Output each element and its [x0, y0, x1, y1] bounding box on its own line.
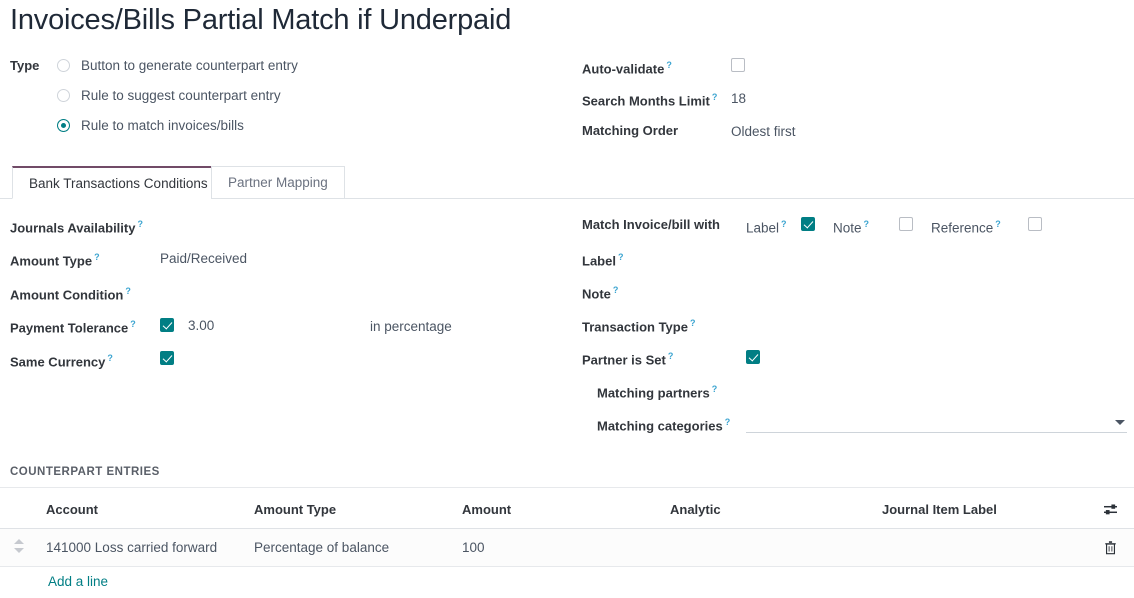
section-divider — [0, 487, 1134, 488]
tab-label: Bank Transactions Conditions — [29, 176, 208, 191]
radio-option-button-to-generate[interactable]: Button to generate counterpart entry — [57, 57, 298, 74]
radio-indicator[interactable] — [57, 89, 70, 102]
match-with-label-checkbox[interactable] — [801, 217, 815, 231]
payment-tolerance-value[interactable]: 3.00 — [188, 317, 214, 334]
tooltip-icon[interactable]: ? — [130, 319, 136, 329]
chevron-down-icon[interactable] — [1115, 420, 1125, 425]
tooltip-icon[interactable]: ? — [864, 219, 870, 229]
label-field-label: Label? — [582, 249, 623, 269]
table-row[interactable]: 141000 Loss carried forward Percentage o… — [0, 529, 1134, 567]
radio-indicator[interactable] — [57, 59, 70, 72]
matching-categories-input[interactable] — [746, 413, 1127, 433]
match-with-reference-checkbox[interactable] — [1028, 217, 1042, 231]
auto-validate-checkbox[interactable] — [731, 58, 745, 72]
search-months-limit-label: Search Months Limit? — [582, 89, 717, 109]
tab-bar: Bank Transactions Conditions Partner Map… — [0, 165, 1134, 199]
amount-condition-label: Amount Condition? — [10, 283, 131, 303]
col-amount[interactable]: Amount — [454, 492, 662, 529]
col-account[interactable]: Account — [38, 492, 246, 529]
type-field-label: Type — [10, 57, 39, 74]
matching-order-label: Matching Order — [582, 122, 678, 139]
radio-label: Rule to suggest counterpart entry — [81, 87, 281, 104]
auto-validate-label: Auto-validate? — [582, 57, 672, 77]
transaction-type-label: Transaction Type? — [582, 315, 695, 335]
tooltip-icon[interactable]: ? — [666, 60, 672, 70]
col-drag — [0, 492, 38, 529]
match-invoice-bill-with-label: Match Invoice/bill with — [582, 216, 720, 233]
cell-amount[interactable]: 100 — [454, 529, 662, 567]
note-field-label: Note? — [582, 282, 618, 302]
payment-tolerance-checkbox[interactable] — [160, 318, 174, 332]
add-a-line-button[interactable]: Add a line — [48, 574, 108, 589]
payment-tolerance-suffix: in percentage — [370, 318, 452, 335]
radio-label: Rule to match invoices/bills — [81, 117, 244, 134]
partner-is-set-checkbox[interactable] — [746, 350, 760, 364]
match-with-note-checkbox[interactable] — [899, 217, 913, 231]
tooltip-icon[interactable]: ? — [690, 318, 696, 328]
tooltip-icon[interactable]: ? — [995, 219, 1001, 229]
tab-label: Partner Mapping — [228, 175, 328, 190]
tooltip-icon[interactable]: ? — [781, 219, 787, 229]
row-drag-handle[interactable] — [0, 529, 38, 567]
match-option-reference-text: Reference? — [931, 216, 1001, 237]
radio-label: Button to generate counterpart entry — [81, 57, 298, 74]
match-option-note-text: Note? — [833, 216, 869, 237]
same-currency-checkbox[interactable] — [160, 351, 174, 365]
matching-categories-label: Matching categories? — [597, 414, 730, 434]
optional-columns-button[interactable] — [1086, 492, 1134, 529]
match-option-label-text: Label? — [746, 216, 787, 237]
counterpart-entries-heading: Counterpart Entries — [10, 466, 160, 478]
tab-partner-mapping[interactable]: Partner Mapping — [211, 166, 345, 199]
tooltip-icon[interactable]: ? — [137, 219, 143, 229]
radio-indicator-selected[interactable] — [57, 119, 70, 132]
tooltip-icon[interactable]: ? — [107, 353, 113, 363]
page-title: Invoices/Bills Partial Match if Underpai… — [10, 2, 511, 38]
matching-partners-label: Matching partners? — [597, 381, 717, 401]
search-months-limit-value[interactable]: 18 — [731, 90, 746, 107]
radio-option-rule-to-match[interactable]: Rule to match invoices/bills — [57, 117, 244, 134]
cell-analytic[interactable] — [662, 529, 874, 567]
matching-order-value[interactable]: Oldest first — [731, 123, 796, 140]
amount-type-label: Amount Type? — [10, 249, 100, 269]
trash-icon — [1104, 541, 1117, 555]
tooltip-icon[interactable]: ? — [712, 92, 718, 102]
form-view: Invoices/Bills Partial Match if Underpai… — [0, 0, 1134, 598]
tooltip-icon[interactable]: ? — [125, 286, 131, 296]
same-currency-label: Same Currency? — [10, 350, 113, 370]
cell-account[interactable]: 141000 Loss carried forward — [38, 529, 246, 567]
tab-bank-transactions-conditions[interactable]: Bank Transactions Conditions — [12, 166, 225, 199]
tooltip-icon[interactable]: ? — [94, 252, 100, 262]
col-analytic[interactable]: Analytic — [662, 492, 874, 529]
counterpart-entries-table: Account Amount Type Amount Analytic Jour… — [0, 492, 1134, 567]
radio-option-rule-to-suggest[interactable]: Rule to suggest counterpart entry — [57, 87, 281, 104]
tooltip-icon[interactable]: ? — [725, 417, 731, 427]
table-header-row: Account Amount Type Amount Analytic Jour… — [0, 492, 1134, 529]
journals-availability-label: Journals Availability? — [10, 216, 143, 236]
payment-tolerance-label: Payment Tolerance? — [10, 316, 136, 336]
col-journal-item-label[interactable]: Journal Item Label — [874, 492, 1086, 529]
amount-type-value[interactable]: Paid/Received — [160, 250, 247, 267]
tooltip-icon[interactable]: ? — [668, 351, 674, 361]
delete-row-button[interactable] — [1086, 529, 1134, 567]
partner-is-set-label: Partner is Set? — [582, 348, 673, 368]
tooltip-icon[interactable]: ? — [712, 384, 718, 394]
cell-amount-type[interactable]: Percentage of balance — [246, 529, 454, 567]
sliders-icon — [1103, 503, 1118, 516]
cell-journal-item-label[interactable] — [874, 529, 1086, 567]
drag-handle-icon[interactable] — [14, 539, 24, 553]
tooltip-icon[interactable]: ? — [618, 252, 624, 262]
col-amount-type[interactable]: Amount Type — [246, 492, 454, 529]
tooltip-icon[interactable]: ? — [613, 285, 619, 295]
